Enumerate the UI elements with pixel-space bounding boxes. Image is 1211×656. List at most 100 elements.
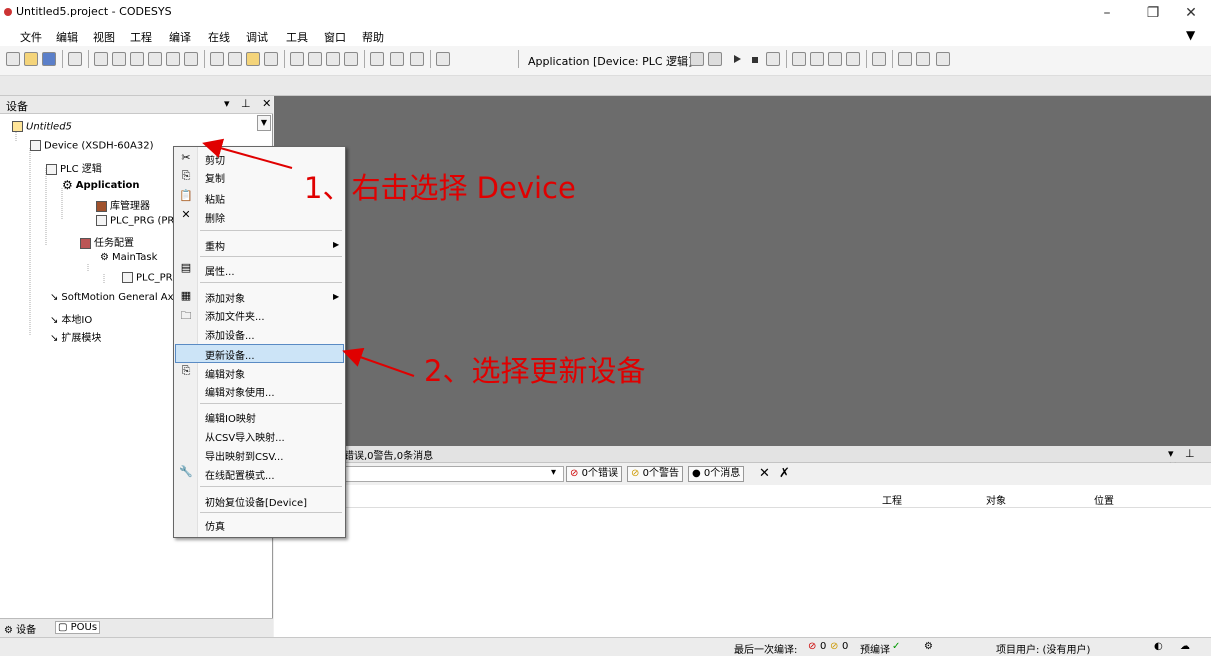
column-location[interactable]: 位置 [1094, 492, 1114, 507]
toolbar-separator [866, 50, 867, 68]
menu-simulation[interactable]: 仿真 [205, 518, 225, 533]
errors-filter-button[interactable]: ⊘ 0个错误 [566, 466, 622, 482]
login-icon[interactable] [690, 52, 704, 66]
tree-item-local-io[interactable]: ↘ 本地IO [50, 311, 92, 326]
tree-item-device[interactable]: Device (XSDH-60A32) [30, 140, 154, 152]
task-icon: ⚙ [100, 252, 109, 263]
restore-button[interactable]: ❐ [1138, 2, 1168, 24]
find-next-icon[interactable] [228, 52, 242, 66]
clear-messages-icon[interactable]: ✕ [759, 466, 770, 481]
paste-icon[interactable] [166, 52, 180, 66]
tree-item-plc-prg-call[interactable]: PLC_PRG [122, 272, 180, 284]
prev-bookmark-icon[interactable] [326, 52, 340, 66]
print-icon[interactable] [68, 52, 82, 66]
tab-pous[interactable]: ▢ POUs [55, 621, 101, 634]
devices-panel-controls[interactable]: ▾ ⊥ ✕ [224, 97, 275, 110]
menu-refactor[interactable]: 重构 [205, 238, 225, 253]
step-out-icon[interactable] [828, 52, 842, 66]
replace-icon[interactable] [264, 52, 278, 66]
menu-add-object[interactable]: 添加对象 [205, 290, 245, 305]
find-replace-icon[interactable] [246, 52, 260, 66]
menu-edit-io-mapping[interactable]: 编辑IO映射 [205, 410, 256, 425]
toolbar-options-icon[interactable]: ▼ [1186, 28, 1195, 42]
column-project[interactable]: 工程 [882, 492, 902, 507]
delete-icon[interactable] [184, 52, 198, 66]
messages-filter-button[interactable]: ● 0个消息 [688, 466, 745, 482]
menu-separator [200, 256, 342, 257]
menu-window[interactable]: 窗口 [324, 29, 346, 45]
breakpoint-icon[interactable] [846, 52, 860, 66]
active-application-label[interactable]: Application [Device: PLC 逻辑] [528, 53, 692, 69]
tree-item-library-manager[interactable]: 库管理器 [96, 197, 150, 212]
reset-icon[interactable] [766, 52, 780, 66]
build-icon[interactable] [436, 52, 450, 66]
menu-file[interactable]: 文件 [20, 29, 42, 45]
undo-icon[interactable] [94, 52, 108, 66]
device-icon[interactable] [370, 52, 384, 66]
warnings-filter-button[interactable]: ⊘ 0个警告 [627, 466, 683, 482]
menu-paste[interactable]: 粘贴 [205, 191, 225, 206]
user-icon[interactable]: ⚙ [924, 641, 933, 652]
menu-online-config[interactable]: 在线配置模式... [205, 467, 275, 482]
menu-add-device[interactable]: 添加设备... [205, 327, 255, 342]
clear-all-icon[interactable]: ✗ [779, 466, 790, 481]
new-project-icon[interactable] [6, 52, 20, 66]
tree-item-maintask[interactable]: ⚙ MainTask [100, 252, 157, 263]
menu-view[interactable]: 视图 [93, 29, 115, 45]
open-project-icon[interactable] [24, 52, 38, 66]
menu-export-csv[interactable]: 导出映射到CSV... [205, 448, 283, 463]
add-object-icon[interactable] [390, 52, 404, 66]
step-into-icon[interactable] [810, 52, 824, 66]
menu-debug[interactable]: 调试 [246, 29, 268, 45]
menu-tools[interactable]: 工具 [286, 29, 308, 45]
tree-item-untitled5[interactable]: Untitled5 [12, 121, 72, 133]
menu-help[interactable]: 帮助 [362, 29, 384, 45]
menu-add-folder[interactable]: 添加文件夹... [205, 308, 265, 323]
redo-icon[interactable] [112, 52, 126, 66]
step-over-icon[interactable] [792, 52, 806, 66]
tree-item-plc-logic[interactable]: PLC 逻辑 [46, 160, 102, 175]
save-icon[interactable] [42, 52, 56, 66]
close-button[interactable]: ✕ [1176, 2, 1206, 24]
minimize-button[interactable]: – [1092, 2, 1122, 24]
menu-update-device[interactable]: 更新设备... [205, 347, 255, 362]
clear-bookmark-icon[interactable] [344, 52, 358, 66]
menu-cut[interactable]: 剪切 [205, 152, 225, 167]
menu-properties[interactable]: 属性... [205, 263, 235, 278]
shield-icon[interactable]: ◐ [1154, 641, 1163, 652]
edit-object-icon[interactable] [410, 52, 424, 66]
bookmark-icon[interactable] [290, 52, 304, 66]
menu-copy[interactable]: 复制 [205, 170, 225, 185]
copy-icon[interactable] [148, 52, 162, 66]
cloud-icon[interactable]: ☁ [1180, 641, 1190, 652]
warning-count: 0 [842, 641, 849, 652]
pous-tab-icon: ▢ [58, 622, 68, 633]
cut-icon[interactable] [130, 52, 144, 66]
menu-project[interactable]: 工程 [130, 29, 152, 45]
tree-item-task-config[interactable]: 任务配置 [80, 234, 134, 249]
menu-edit[interactable]: 编辑 [56, 29, 78, 45]
column-object[interactable]: 对象 [986, 492, 1006, 507]
menu-edit-object-with[interactable]: 编辑对象使用... [205, 384, 275, 399]
plc-logic-icon [46, 163, 57, 175]
tree-item-application[interactable]: ⚙ Application [62, 178, 140, 192]
online-change-icon[interactable] [936, 52, 950, 66]
menu-separator [200, 403, 342, 404]
force-values-icon[interactable] [898, 52, 912, 66]
menu-import-csv[interactable]: 从CSV导入映射... [205, 429, 285, 444]
tab-devices[interactable]: ⚙ 设备 [4, 621, 36, 636]
start-icon[interactable] [730, 52, 744, 66]
tree-item-expansion-modules[interactable]: ↘ 扩展模块 [50, 329, 101, 344]
menu-online[interactable]: 在线 [208, 29, 230, 45]
menu-build[interactable]: 编译 [169, 29, 191, 45]
find-icon[interactable] [210, 52, 224, 66]
next-bookmark-icon[interactable] [308, 52, 322, 66]
menu-delete[interactable]: 删除 [205, 210, 225, 225]
menu-reset-origin-device[interactable]: 初始复位设备[Device] [205, 494, 307, 509]
menu-edit-object[interactable]: 编辑对象 [205, 366, 245, 381]
chevron-down-icon[interactable]: ▾ [548, 466, 562, 482]
logout-icon[interactable] [708, 52, 722, 66]
filter-icon[interactable] [916, 52, 930, 66]
write-values-icon[interactable] [872, 52, 886, 66]
stop-icon[interactable] [748, 52, 762, 66]
